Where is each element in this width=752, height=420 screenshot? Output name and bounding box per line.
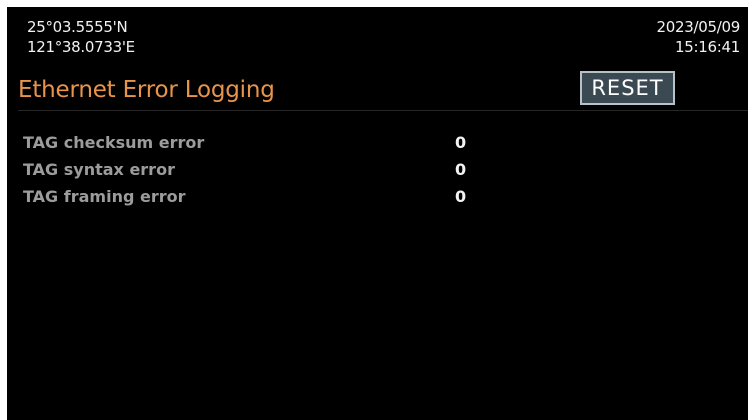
error-label: TAG framing error <box>23 187 186 206</box>
date-text: 2023/05/09 <box>656 18 741 36</box>
error-count: 0 <box>455 133 467 152</box>
time-text: 15:16:41 <box>675 38 740 56</box>
title-divider <box>18 110 748 111</box>
longitude-text: 121°38.0733'E <box>27 38 135 56</box>
error-counter-list: TAG checksum error 0 TAG syntax error 0 … <box>23 129 623 210</box>
error-row-framing: TAG framing error 0 <box>23 183 623 210</box>
error-label: TAG syntax error <box>23 160 175 179</box>
latitude-text: 25°03.5555'N <box>27 18 128 36</box>
error-label: TAG checksum error <box>23 133 205 152</box>
reset-button[interactable]: RESET <box>580 71 675 105</box>
error-row-checksum: TAG checksum error 0 <box>23 129 623 156</box>
error-count: 0 <box>455 160 467 179</box>
error-row-syntax: TAG syntax error 0 <box>23 156 623 183</box>
page-title: Ethernet Error Logging <box>18 77 275 103</box>
datetime-readout: 2023/05/09 15:16:41 <box>656 17 741 57</box>
position-readout: 25°03.5555'N 121°38.0733'E <box>27 17 135 57</box>
error-count: 0 <box>455 187 467 206</box>
display-screen: 25°03.5555'N 121°38.0733'E 2023/05/09 15… <box>7 7 748 420</box>
